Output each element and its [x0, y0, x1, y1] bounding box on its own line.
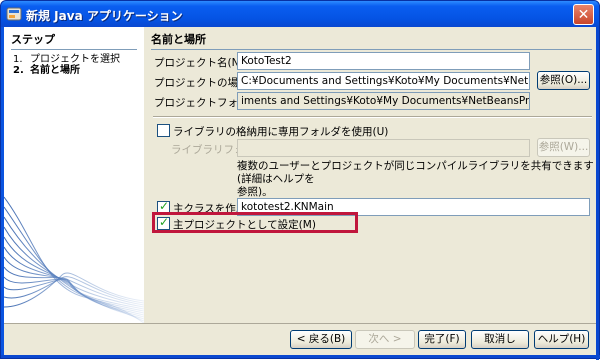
help-button[interactable]: ヘルプ(H): [534, 330, 589, 349]
close-button[interactable]: ✕: [573, 4, 594, 25]
dialog-client: ステップ 1. プロジェクトを選択 2. 名前と場所 名前と場所 プロジェクト名…: [4, 27, 596, 357]
close-icon: ✕: [577, 6, 590, 23]
libraries-folder-input[interactable]: [237, 139, 530, 157]
section-header: 名前と場所: [151, 31, 592, 50]
step-number: 2.: [13, 65, 24, 76]
dialog-window: 新規 Java アプリケーション ✕ ステップ 1. プロジェクトを選択 2. 名前…: [0, 0, 600, 360]
project-name-input[interactable]: KotoTest2: [237, 52, 530, 70]
browse-location-button[interactable]: 参照(O)...: [537, 71, 590, 90]
content-panel: 名前と場所 プロジェクト名(N): KotoTest2 プロジェクトの場所(L)…: [147, 27, 596, 323]
button-bar: < 戻る(B) 次へ > 完了(F) 取消し ヘルプ(H): [4, 323, 596, 357]
set-main-project-label: 主プロジェクトとして設定(M): [173, 219, 316, 231]
title-bar[interactable]: 新規 Java アプリケーション ✕: [1, 1, 599, 27]
note-line: 複数のユーザーとプロジェクトが同じコンパイルライブラリを共有できます (詳細はヘ…: [237, 160, 594, 185]
next-button[interactable]: 次へ >: [355, 330, 415, 349]
project-folder-field[interactable]: iments and Settings¥Koto¥My Documents¥Ne…: [237, 92, 530, 110]
cancel-button[interactable]: 取消し: [471, 330, 529, 349]
window-border-right: [596, 27, 599, 360]
separator: [153, 116, 592, 118]
browse-libraries-button[interactable]: 参照(W)...: [537, 138, 590, 157]
decorative-wave-graphic: [4, 196, 144, 323]
window-title: 新規 Java アプリケーション: [26, 9, 183, 23]
project-name-label: プロジェクト名(N):: [154, 57, 248, 69]
netbeans-app-icon: [6, 7, 22, 21]
back-button[interactable]: < 戻る(B): [290, 330, 352, 349]
dedicated-folder-label: ライブラリの格納用に専用フォルダを使用(U): [173, 126, 389, 138]
dedicated-folder-checkbox[interactable]: [157, 124, 170, 137]
steps-panel: ステップ 1. プロジェクトを選択 2. 名前と場所: [4, 27, 144, 323]
window-border-bottom: [1, 355, 600, 358]
shared-libraries-note: 複数のユーザーとプロジェクトが同じコンパイルライブラリを共有できます (詳細はヘ…: [237, 160, 596, 199]
set-main-project-checkbox[interactable]: [157, 215, 170, 230]
step-label: 名前と場所: [30, 65, 80, 76]
steps-header: ステップ: [11, 31, 137, 50]
step-item-name-location: 2. 名前と場所: [13, 61, 80, 76]
project-location-input[interactable]: C:¥Documents and Settings¥Koto¥My Docume…: [237, 72, 530, 90]
finish-button[interactable]: 完了(F): [418, 330, 466, 349]
